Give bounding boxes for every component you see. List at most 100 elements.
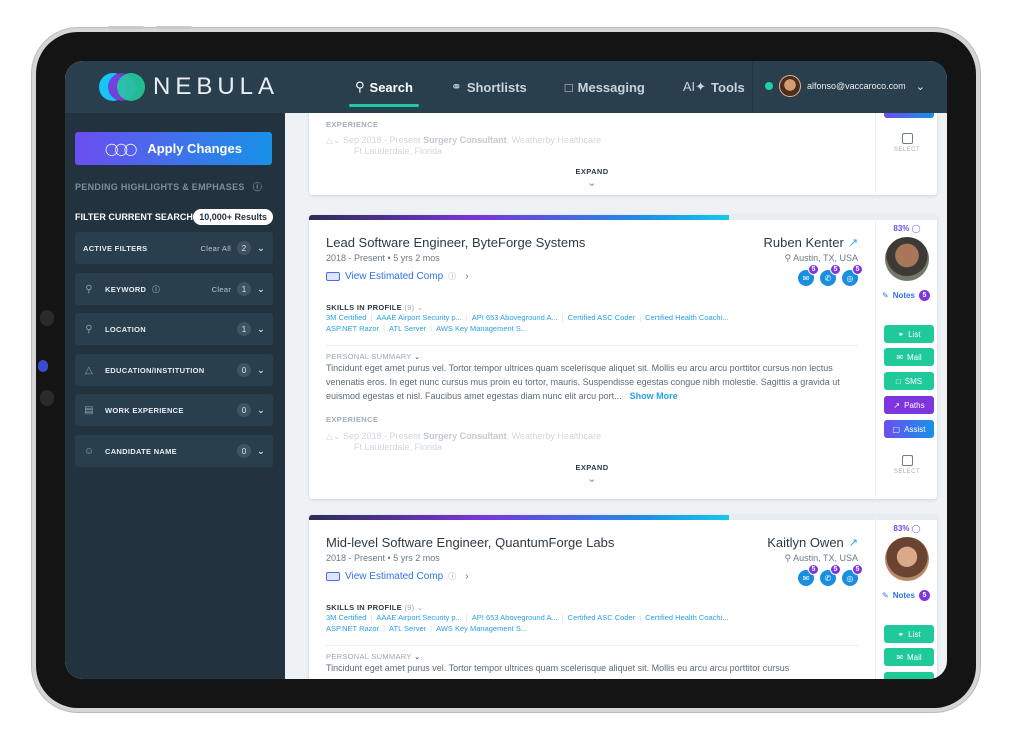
- clear-button[interactable]: Clear: [212, 285, 231, 294]
- logo[interactable]: NEBULA: [99, 73, 279, 101]
- email-contact-button[interactable]: ✉ 5: [798, 264, 819, 286]
- filter-work-experience[interactable]: ▤ WORK EXPERIENCE 0 ⌄: [75, 394, 273, 426]
- main-nav: ⚲ Search ⚭ Shortlists □ Messaging AI✦ To…: [349, 61, 783, 113]
- skill-tag[interactable]: AWS Key Management S...: [436, 324, 527, 333]
- summary-heading[interactable]: PERSONAL SUMMARY ⌄: [326, 652, 858, 661]
- paths-button[interactable]: ↗ Paths: [884, 396, 934, 414]
- filter-location[interactable]: ⚲ LOCATION 1 ⌄: [75, 313, 273, 345]
- app-screen: NEBULA ⚲ Search ⚭ Shortlists □ Messaging…: [65, 61, 947, 679]
- briefcase-icon: ▤: [84, 404, 94, 416]
- web-contact-button[interactable]: ◎ 5: [842, 564, 863, 586]
- show-more-link[interactable]: Show More: [630, 391, 678, 401]
- search-icon: ⚲: [355, 79, 365, 94]
- apply-changes-button[interactable]: ◯◯◯ Apply Changes: [75, 132, 272, 165]
- mail-button[interactable]: ✉ Mail: [884, 648, 934, 666]
- chevron-down-icon[interactable]: ⌄: [257, 405, 265, 416]
- external-link-icon: ↗: [848, 537, 858, 549]
- list-button[interactable]: ⚭ List: [884, 625, 934, 643]
- key-icon: ⚲: [85, 283, 93, 295]
- action-rail: 83% ◯ ✎ Notes 5 ⚭ List ✉ Mail: [875, 515, 937, 679]
- skill-tag[interactable]: AWS Key Management S...: [436, 624, 527, 633]
- chevron-down-icon[interactable]: ⌄: [257, 365, 265, 376]
- skills-heading[interactable]: SKILLS IN PROFILE (9) ⌄: [326, 603, 858, 612]
- chevron-down-icon[interactable]: ⌄: [257, 446, 265, 457]
- skills-heading[interactable]: SKILLS IN PROFILE (9) ⌄: [326, 303, 858, 312]
- globe-icon: ◎: [846, 273, 854, 283]
- skill-tag[interactable]: ATL Server: [389, 324, 426, 333]
- tab-messaging[interactable]: □ Messaging: [565, 61, 645, 113]
- match-progress-bar: [309, 515, 729, 520]
- chevron-down-icon[interactable]: ⌄: [257, 284, 265, 295]
- sms-button[interactable]: [884, 672, 934, 679]
- skill-tag[interactable]: 3M Certified: [326, 313, 366, 322]
- skill-tag[interactable]: API 653 Aboveground A...: [472, 313, 558, 322]
- skill-tag[interactable]: ATL Server: [389, 624, 426, 633]
- skill-tag[interactable]: AAAE Airport Security p...: [376, 313, 461, 322]
- email-icon: ✉: [802, 573, 810, 583]
- notes-button[interactable]: ✎ Notes 5: [882, 590, 930, 601]
- phone-contact-button[interactable]: ✆ 5: [820, 564, 841, 586]
- assist-icon: ▢: [893, 113, 901, 114]
- chevron-down-icon: ⌄: [915, 80, 925, 93]
- skill-tag[interactable]: Certified Health Coachi...: [645, 613, 728, 622]
- clear-all-button[interactable]: Clear All: [201, 244, 232, 253]
- skill-tag[interactable]: 3M Certified: [326, 613, 366, 622]
- skill-tag[interactable]: Certified ASC Coder: [568, 313, 636, 322]
- filter-active-filters[interactable]: ACTIVE FILTERS Clear All 2 ⌄: [75, 232, 273, 264]
- assist-button[interactable]: ▢Assist: [884, 420, 934, 438]
- briefcase-icon: △⌄: [326, 135, 341, 145]
- candidate-avatar[interactable]: [885, 537, 929, 581]
- skill-tag[interactable]: ASP.NET Razor: [326, 324, 379, 333]
- mail-button[interactable]: ✉ Mail: [884, 348, 934, 366]
- pending-highlights[interactable]: PENDING HIGHLIGHTS & EMPHASES ⓘ: [75, 180, 262, 193]
- globe-icon: ◎: [846, 573, 854, 583]
- skill-tag[interactable]: Certified ASC Coder: [568, 613, 636, 622]
- info-icon: ⓘ: [252, 182, 263, 192]
- separator: |: [465, 313, 468, 322]
- user-menu[interactable]: alfonso@vaccaroco.com ⌄: [765, 75, 925, 97]
- view-comp-link[interactable]: View Estimated Comp ⓘ ›: [326, 271, 469, 282]
- email-contact-button[interactable]: ✉ 5: [798, 564, 819, 586]
- notes-button[interactable]: ✎ Notes 5: [882, 290, 930, 301]
- chevron-down-icon[interactable]: ⌄: [257, 243, 265, 254]
- location-pin-icon: ⚲: [784, 253, 792, 263]
- phone-contact-button[interactable]: ✆ 5: [820, 264, 841, 286]
- candidate-avatar[interactable]: [885, 237, 929, 281]
- filter-candidate-name[interactable]: ☺ CANDIDATE NAME 0 ⌄: [75, 435, 273, 467]
- filter-keyword[interactable]: ⚲ KEYWORD ⓘ Clear 1 ⌄: [75, 273, 273, 305]
- select-checkbox[interactable]: SELECT: [876, 455, 938, 475]
- assist-button[interactable]: ▢Assist: [884, 113, 934, 118]
- candidate-card: EXPERIENCE △⌄ Sep 2018 - Present Surgery…: [309, 113, 937, 195]
- tab-ai-tools[interactable]: AI✦ Tools: [683, 61, 745, 113]
- candidate-job-title[interactable]: Lead Software Engineer, ByteForge System…: [326, 235, 585, 250]
- view-comp-link[interactable]: View Estimated Comp ⓘ ›: [326, 571, 469, 582]
- skill-tag[interactable]: AAAE Airport Security p...: [376, 613, 461, 622]
- tab-shortlists[interactable]: ⚭ Shortlists: [451, 61, 527, 113]
- candidate-job-title[interactable]: Mid-level Software Engineer, QuantumForg…: [326, 535, 614, 550]
- skill-tag[interactable]: API 653 Aboveground A...: [472, 613, 558, 622]
- phone-icon: ✆: [824, 573, 832, 583]
- list-button[interactable]: ⚭ List: [884, 325, 934, 343]
- tab-search[interactable]: ⚲ Search: [349, 61, 419, 113]
- graduation-cap-icon: △: [85, 364, 93, 376]
- chevron-down-icon: ⌄: [414, 652, 421, 661]
- separator: |: [465, 613, 468, 622]
- candidate-name[interactable]: Kaitlyn Owen ↗: [767, 535, 858, 550]
- chevron-down-icon[interactable]: ⌄: [257, 324, 265, 335]
- separator: |: [561, 313, 564, 322]
- filter-education[interactable]: △ EDUCATION/INSTITUTION 0 ⌄: [75, 354, 273, 386]
- summary-heading[interactable]: PERSONAL SUMMARY ⌄: [326, 352, 858, 361]
- expand-button[interactable]: EXPAND ⌄: [326, 167, 858, 189]
- skill-tag[interactable]: ASP.NET Razor: [326, 624, 379, 633]
- select-checkbox[interactable]: SELECT: [876, 133, 938, 153]
- separator: |: [383, 324, 386, 333]
- web-contact-button[interactable]: ◎ 5: [842, 264, 863, 286]
- candidate-card: Mid-level Software Engineer, QuantumForg…: [309, 515, 937, 679]
- sms-button[interactable]: □ SMS: [884, 372, 934, 390]
- skill-tag[interactable]: Certified Health Coachi...: [645, 313, 728, 322]
- expand-button[interactable]: EXPAND ⌄: [326, 463, 858, 485]
- candidate-name[interactable]: Ruben Kenter ↗: [764, 235, 858, 250]
- location-pin-icon: ⚲: [784, 553, 792, 563]
- filter-count: 1: [237, 282, 252, 296]
- chevron-right-icon: ›: [465, 571, 469, 582]
